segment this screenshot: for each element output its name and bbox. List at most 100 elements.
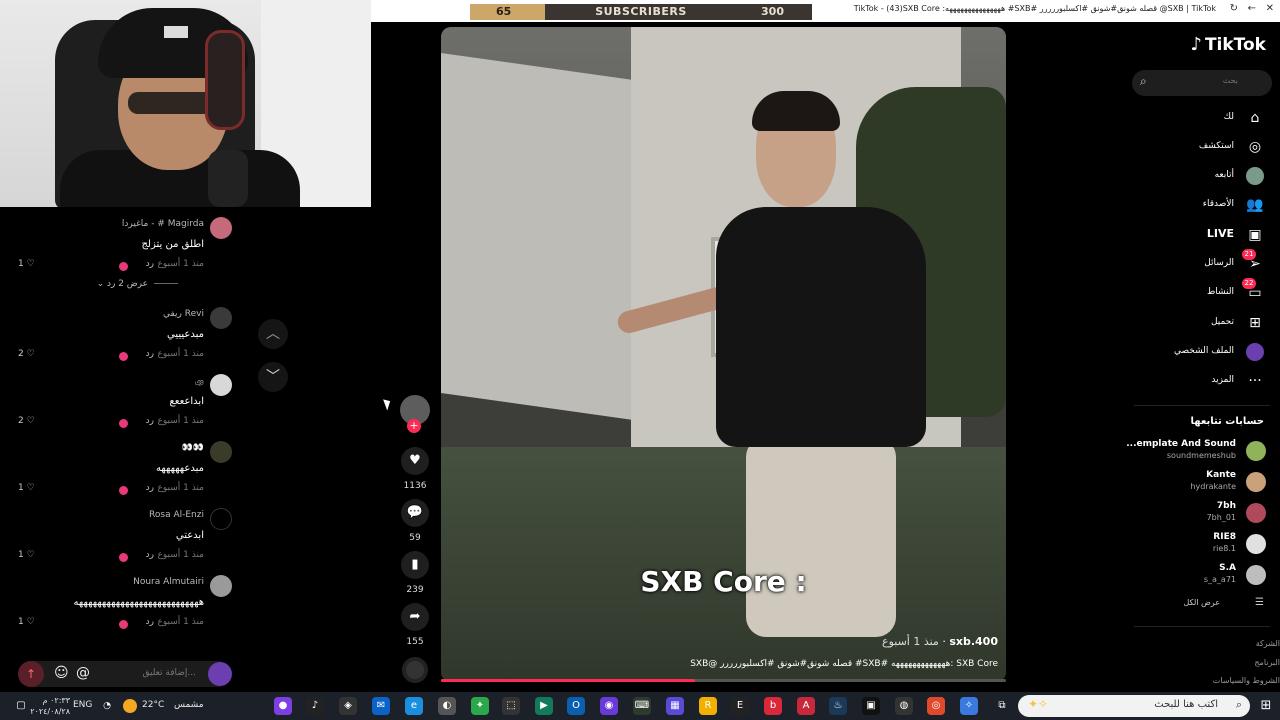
task-view-icon[interactable]: ⧉ [993, 697, 1011, 715]
weather-desc[interactable]: مشمس [174, 700, 204, 710]
followed-account[interactable]: RIE8 rie8.1 [1116, 532, 1266, 556]
outlook-icon[interactable]: O [567, 697, 585, 715]
video-progress-bar[interactable] [441, 679, 1006, 682]
app-icon[interactable]: ◈ [339, 697, 357, 715]
notification-icon[interactable]: ▢ [12, 697, 30, 715]
close-icon[interactable]: ✕ [1266, 3, 1274, 14]
tiktok-app-icon[interactable]: ♪ [306, 697, 324, 715]
wifi-icon[interactable]: ◔ [98, 697, 116, 715]
app-icon[interactable]: ⬚ [502, 697, 520, 715]
search-bar[interactable]: بحث ⌕ [1132, 70, 1272, 96]
comment-like-button[interactable]: 1 ♡ [18, 550, 35, 560]
footer-link-terms[interactable]: الشروط والسياسات [1213, 676, 1280, 685]
app-icon[interactable]: R [699, 697, 717, 715]
music-disc-icon[interactable] [402, 657, 428, 683]
language-indicator[interactable]: ENG [73, 700, 92, 710]
video-player[interactable]: SXB Core : sxb.400 · منذ 1 أسبوع SXB Cor… [441, 27, 1006, 682]
save-button[interactable]: ▮ [401, 551, 429, 579]
search-icon[interactable]: ⌕ [1140, 74, 1147, 89]
app-icon[interactable]: ◉ [600, 697, 618, 715]
copilot-icon[interactable]: ✧ [960, 697, 978, 715]
comment-like-button[interactable]: 1 ♡ [18, 483, 35, 493]
follow-plus-icon[interactable]: + [407, 419, 421, 433]
comment-avatar[interactable] [210, 575, 232, 597]
comment-like-button[interactable]: 2 ♡ [18, 349, 35, 359]
weather-temp[interactable]: 22°C [142, 700, 164, 710]
chrome-icon[interactable]: ◎ [927, 697, 945, 715]
windows-start-icon[interactable]: ⊞ [1257, 697, 1275, 715]
previous-video-button[interactable]: ︿ [258, 319, 288, 349]
see-all-button[interactable]: ☰ عرض الكل [1124, 597, 1264, 611]
comment-avatar[interactable] [210, 441, 232, 463]
tiktok-logo[interactable]: ♪ TikTok [1190, 34, 1266, 55]
nav-activity[interactable]: ▭ 22 النشاط [1124, 278, 1264, 304]
app-icon[interactable]: ⌨ [633, 697, 651, 715]
followed-account[interactable]: S.A s_a_a71 [1116, 563, 1266, 587]
comment-avatar[interactable] [210, 307, 232, 329]
followed-account[interactable]: ...emplate And Sound soundmemeshub [1116, 439, 1266, 463]
comment-like-button[interactable]: 2 ♡ [18, 416, 35, 426]
steam-icon[interactable]: ♨ [829, 697, 847, 715]
app-icon[interactable]: ◍ [895, 697, 913, 715]
emoji-icon[interactable]: ☺ [54, 665, 69, 681]
comment-username[interactable]: Magirda # - ماغيردا [122, 219, 204, 229]
nav-following[interactable]: أتابعه [1124, 167, 1264, 187]
app-icon[interactable]: ✦ [471, 697, 489, 715]
reply-button[interactable]: رد [146, 483, 154, 493]
comment-avatar[interactable] [210, 217, 232, 239]
epic-icon[interactable]: E [731, 697, 749, 715]
nav-explore[interactable]: ◎ استكشف [1124, 138, 1264, 158]
comment-like-button[interactable]: 1 ♡ [18, 617, 35, 627]
reply-button[interactable]: رد [146, 349, 154, 359]
comment-username[interactable]: Revi ريفي [163, 309, 204, 319]
app-icon[interactable]: A [797, 697, 815, 715]
at-icon[interactable]: @ [76, 665, 90, 681]
app-icon[interactable]: ● [274, 697, 292, 715]
reply-button[interactable]: رد [146, 416, 154, 426]
back-icon[interactable]: ← [1248, 3, 1256, 14]
followed-account[interactable]: 7bh 7bh_01 [1116, 501, 1266, 525]
nav-more[interactable]: ··· المزيد [1124, 372, 1264, 392]
send-icon[interactable]: ↑ [18, 661, 44, 687]
comment-username[interactable]: Noura Almutairi [133, 577, 204, 587]
nav-for-you[interactable]: ⌂ لك [1124, 109, 1264, 129]
nav-live[interactable]: ▣ LIVE [1124, 226, 1264, 246]
nav-upload[interactable]: ⊞ تحميل [1124, 314, 1264, 334]
nav-profile[interactable]: الملف الشخصي [1124, 343, 1264, 363]
comment-input[interactable]: إضافة تعليق... [142, 668, 196, 678]
comment-avatar[interactable] [210, 508, 232, 530]
app-icon[interactable]: ◐ [438, 697, 456, 715]
app-icon[interactable]: b [764, 697, 782, 715]
reply-button[interactable]: رد [146, 259, 154, 269]
nav-friends[interactable]: 👥 الأصدقاء [1124, 196, 1264, 216]
comment-button[interactable]: 💬 [401, 499, 429, 527]
app-icon[interactable]: ▣ [862, 697, 880, 715]
video-author[interactable]: sxb.400 · منذ 1 أسبوع [882, 635, 998, 648]
reply-button[interactable]: رد [146, 550, 154, 560]
search-input[interactable]: بحث [1223, 76, 1238, 85]
edge-icon[interactable]: e [405, 697, 423, 715]
followed-account[interactable]: Kante hydrakante [1116, 470, 1266, 494]
reply-button[interactable]: رد [146, 617, 154, 627]
chevron-down-icon: ﹀ [266, 369, 280, 385]
share-button[interactable]: ➦ [401, 603, 429, 631]
comment-username[interactable]: Rosa Al-Enzi [149, 510, 204, 520]
comment-username[interactable]: ঞ [194, 376, 204, 391]
app-icon[interactable]: ▦ [666, 697, 684, 715]
footer-link-program[interactable]: البرنامج [1254, 658, 1280, 667]
comment-like-button[interactable]: 1 ♡ [18, 259, 35, 269]
comment-avatar[interactable] [210, 374, 232, 396]
comment-username[interactable]: 👀👀 [182, 443, 204, 453]
footer-link-company[interactable]: الشركة [1256, 639, 1280, 648]
taskbar-search-input[interactable]: اكتب هنا للبحث [1154, 699, 1218, 710]
mail-icon[interactable]: ✉ [372, 697, 390, 715]
nav-messages[interactable]: ➢ 21 الرسائل [1124, 249, 1264, 275]
show-replies-button[interactable]: عرض 2 رد ⌄ [97, 279, 178, 289]
clock[interactable]: ٠٢:٣٣ م ٢٠٢٤/٠٨/٢٨ [30, 695, 70, 717]
refresh-icon[interactable]: ↻ [1230, 3, 1238, 14]
next-video-button[interactable]: ﹀ [258, 362, 288, 392]
like-button[interactable]: ♥ [401, 447, 429, 475]
taskbar-search[interactable]: ✦✧ اكتب هنا للبحث ⌕ [1018, 695, 1250, 717]
user-avatar[interactable] [208, 662, 232, 686]
app-icon[interactable]: ▶ [535, 697, 553, 715]
